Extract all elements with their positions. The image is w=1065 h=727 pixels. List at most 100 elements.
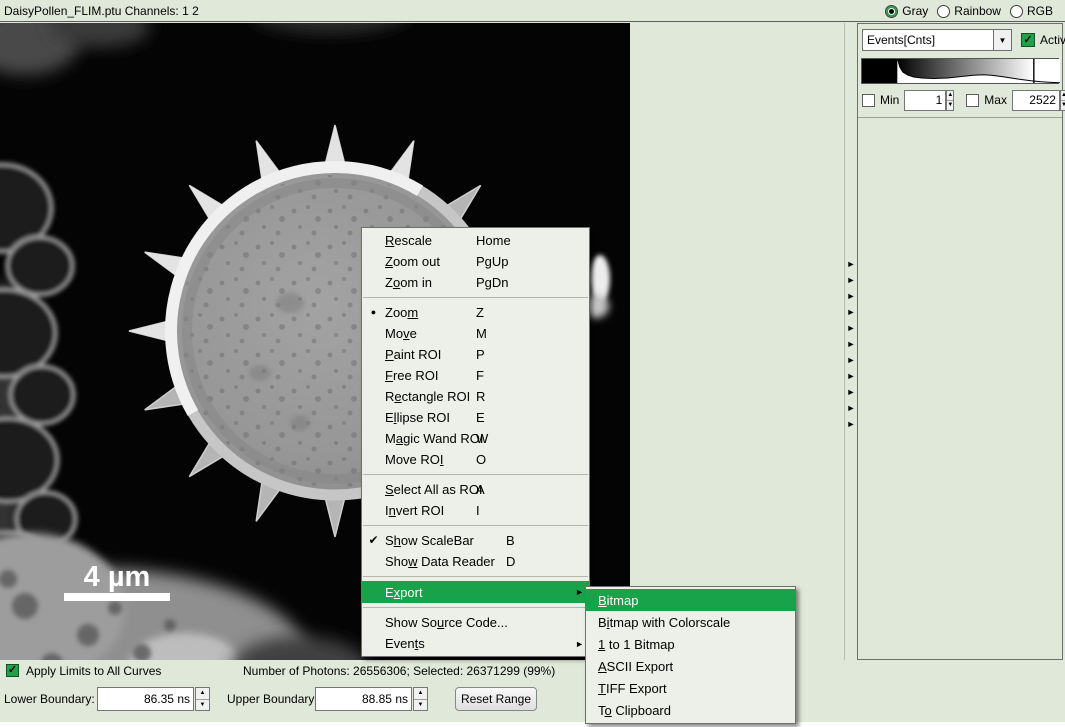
stepper-up-icon[interactable]: ▲: [1061, 91, 1065, 101]
radio-button-icon[interactable]: [885, 5, 898, 18]
shortcut-label: D: [506, 554, 515, 569]
expand-arrow-icon[interactable]: ►: [847, 388, 856, 396]
stepper-up-icon[interactable]: ▲: [414, 688, 427, 700]
max-label: Max: [984, 93, 1007, 107]
menu-item-show-source-code[interactable]: Show Source Code...: [362, 612, 589, 633]
menu-item-rescale[interactable]: Rescale Home: [362, 230, 589, 251]
color-mode-radio-group: Gray Rainbow RGB: [885, 0, 1053, 22]
min-label: Min: [880, 93, 899, 107]
stepper-down-icon[interactable]: ▼: [1061, 101, 1065, 110]
menu-item-paint-roi[interactable]: Paint ROI P: [362, 344, 589, 365]
menu-item-free-roi[interactable]: Free ROI F: [362, 365, 589, 386]
upper-boundary-label: Upper Boundary:: [227, 692, 318, 706]
dataset-select-value: Events[Cnts]: [863, 30, 993, 50]
radio-rgb[interactable]: RGB: [1010, 4, 1053, 18]
panel-separator: [858, 117, 1062, 118]
export-submenu: Bitmap Bitmap with Colorscale 1 to 1 Bit…: [585, 586, 796, 724]
menu-item-zoom-mode[interactable]: ● Zoom Z: [362, 302, 589, 323]
stepper-down-icon[interactable]: ▼: [196, 700, 209, 711]
photon-count-status: Number of Photons: 26556306; Selected: 2…: [243, 664, 555, 678]
expand-arrow-icon[interactable]: ►: [847, 356, 856, 364]
expand-arrow-icon[interactable]: ►: [847, 292, 856, 300]
shortcut-label: B: [506, 533, 515, 548]
max-checkbox[interactable]: [966, 94, 979, 107]
checkmark-icon: ✔: [362, 530, 385, 551]
max-input[interactable]: [1012, 90, 1060, 111]
expand-arrow-icon[interactable]: ►: [847, 420, 856, 428]
lower-boundary-label: Lower Boundary:: [4, 692, 95, 706]
radio-gray[interactable]: Gray: [885, 4, 928, 18]
stepper-down-icon[interactable]: ▼: [947, 101, 953, 110]
menu-separator: [363, 474, 588, 475]
expand-arrow-icon[interactable]: ►: [847, 340, 856, 348]
radio-button-icon[interactable]: [937, 5, 950, 18]
chevron-down-icon[interactable]: ▼: [993, 30, 1011, 50]
max-stepper[interactable]: ▲ ▼: [1060, 90, 1065, 111]
submenu-item-1-to-1-bitmap[interactable]: 1 to 1 Bitmap: [586, 633, 795, 655]
expand-arrow-icon[interactable]: ►: [847, 372, 856, 380]
submenu-arrow-icon: ►: [575, 587, 584, 597]
min-stepper[interactable]: ▲ ▼: [946, 90, 954, 111]
shortcut-label: A: [476, 482, 485, 497]
expand-arrow-icon[interactable]: ►: [847, 308, 856, 316]
menu-item-rectangle-roi[interactable]: Rectangle ROI R: [362, 386, 589, 407]
lower-boundary-input[interactable]: [97, 687, 194, 711]
menu-item-move[interactable]: Move M: [362, 323, 589, 344]
menu-item-show-data-reader[interactable]: Show Data Reader D: [362, 551, 589, 572]
shortcut-label: W: [476, 431, 488, 446]
apply-limits-label: Apply Limits to All Curves: [26, 664, 161, 678]
reset-range-button[interactable]: Reset Range: [455, 687, 537, 711]
menu-separator: [363, 525, 588, 526]
document-title: DaisyPollen_FLIM.ptu Channels: 1 2: [4, 0, 199, 22]
menu-item-events[interactable]: Events ►: [362, 633, 589, 654]
active-label: Active: [1040, 33, 1065, 47]
submenu-item-bitmap-with-colorscale[interactable]: Bitmap with Colorscale: [586, 611, 795, 633]
shortcut-label: PgDn: [476, 275, 509, 290]
upper-boundary-input[interactable]: [315, 687, 412, 711]
menu-separator: [363, 297, 588, 298]
stepper-up-icon[interactable]: ▲: [947, 91, 953, 101]
shortcut-label: E: [476, 410, 485, 425]
radio-button-icon[interactable]: [1010, 5, 1023, 18]
shortcut-label: P: [476, 347, 485, 362]
active-checkbox[interactable]: ✓: [1021, 33, 1035, 47]
submenu-item-bitmap[interactable]: Bitmap: [586, 589, 795, 611]
bottom-bar: ✓ Apply Limits to All Curves Number of P…: [0, 660, 1065, 722]
submenu-item-to-clipboard[interactable]: To Clipboard: [586, 699, 795, 721]
stepper-up-icon[interactable]: ▲: [196, 688, 209, 700]
panel-splitter[interactable]: ► ► ► ► ► ► ► ► ► ► ►: [844, 23, 857, 660]
stepper-down-icon[interactable]: ▼: [414, 700, 427, 711]
radio-dot-icon: [889, 9, 894, 14]
apply-limits-checkbox[interactable]: ✓: [6, 664, 19, 677]
histogram-plot: [862, 59, 1060, 83]
expand-arrow-icon[interactable]: ►: [847, 260, 856, 268]
lower-boundary-stepper[interactable]: ▲ ▼: [195, 687, 210, 711]
shortcut-label: O: [476, 452, 486, 467]
selected-mode-bullet-icon: ●: [362, 302, 385, 323]
submenu-item-tiff-export[interactable]: TIFF Export: [586, 677, 795, 699]
min-checkbox[interactable]: [862, 94, 875, 107]
expand-arrow-icon[interactable]: ►: [847, 276, 856, 284]
dataset-select[interactable]: Events[Cnts] ▼: [862, 29, 1012, 51]
menu-item-show-scalebar[interactable]: ✔ Show ScaleBar B: [362, 530, 589, 551]
menu-item-magic-wand-roi[interactable]: Magic Wand ROI W: [362, 428, 589, 449]
menu-item-zoom-out[interactable]: Zoom out PgUp: [362, 251, 589, 272]
menu-item-export[interactable]: Export ►: [362, 581, 589, 603]
menu-item-zoom-in[interactable]: Zoom in PgDn: [362, 272, 589, 293]
min-input[interactable]: [904, 90, 946, 111]
title-bar: DaisyPollen_FLIM.ptu Channels: 1 2 Gray …: [0, 0, 1065, 22]
shortcut-label: PgUp: [476, 254, 509, 269]
intensity-histogram[interactable]: [861, 58, 1059, 84]
menu-item-move-roi[interactable]: Move ROI O: [362, 449, 589, 470]
expand-arrow-icon[interactable]: ►: [847, 404, 856, 412]
menu-item-invert-roi[interactable]: Invert ROI I: [362, 500, 589, 521]
shortcut-label: I: [476, 503, 480, 518]
radio-rainbow[interactable]: Rainbow: [937, 4, 1001, 18]
submenu-item-ascii-export[interactable]: ASCII Export: [586, 655, 795, 677]
shortcut-label: R: [476, 389, 485, 404]
upper-boundary-stepper[interactable]: ▲ ▼: [413, 687, 428, 711]
submenu-arrow-icon: ►: [575, 639, 584, 649]
expand-arrow-icon[interactable]: ►: [847, 324, 856, 332]
menu-item-select-all-as-roi[interactable]: Select All as ROI A: [362, 479, 589, 500]
menu-item-ellipse-roi[interactable]: Ellipse ROI E: [362, 407, 589, 428]
